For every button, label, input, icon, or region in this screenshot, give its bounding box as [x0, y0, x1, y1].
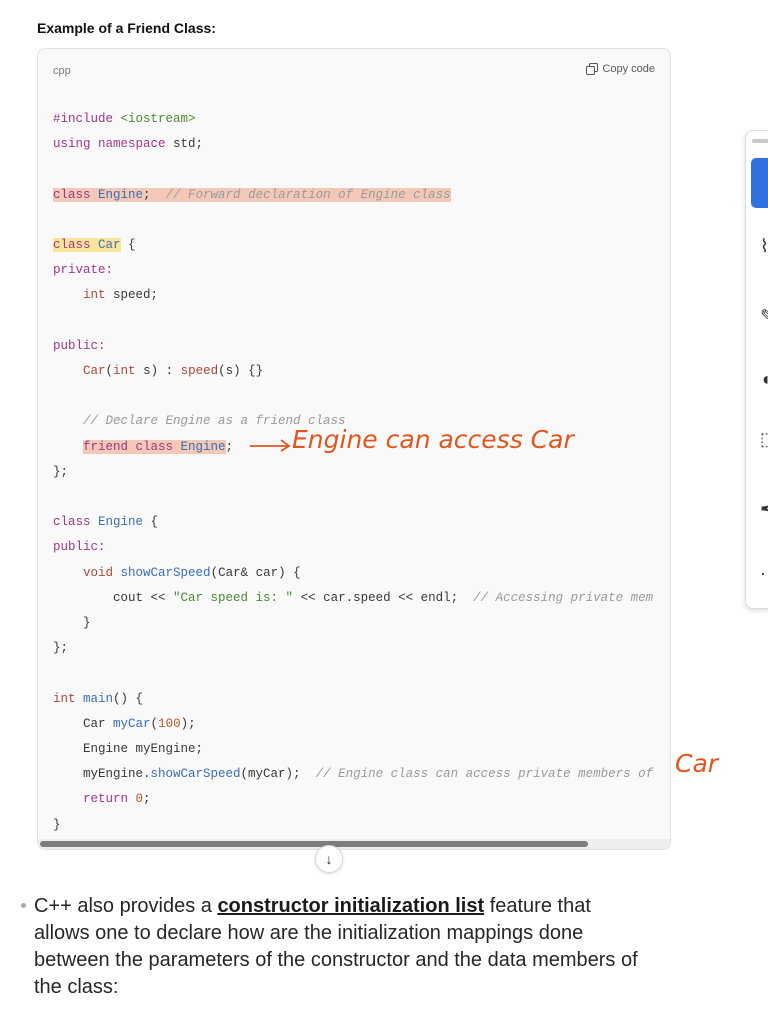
arrow-down-icon: ↓ — [325, 851, 333, 867]
code-line: Engine myEngine; — [83, 742, 204, 757]
active-tool-highlight[interactable] — [751, 158, 768, 208]
palette-drag-handle[interactable] — [752, 139, 768, 143]
code-line: void showCarSpeed(Car& car) { — [83, 565, 301, 580]
handwritten-annotation-end: Car — [675, 749, 719, 778]
code-line: int main() { — [53, 691, 144, 706]
copy-icon — [586, 63, 599, 75]
copy-code-button[interactable]: Copy code — [586, 63, 655, 75]
code-line: Car(int s) : speed(s) {} — [83, 364, 264, 379]
handwritten-arrow-icon — [250, 439, 291, 452]
scrollbar-thumb[interactable] — [40, 841, 588, 847]
code-line: }; — [53, 641, 69, 656]
bullet-marker — [21, 903, 26, 908]
code-line: #include <iostream> — [53, 112, 196, 126]
code-line: } — [83, 616, 91, 631]
code-content[interactable]: #include <iostream> using namespace std;… — [53, 107, 670, 838]
code-line: } — [53, 817, 61, 832]
code-line: class Engine; // Forward declaration of … — [53, 187, 451, 202]
code-line: class Engine { — [53, 515, 159, 530]
section-heading: Example of a Friend Class: — [37, 20, 216, 36]
body-paragraph: C++ also provides a constructor initiali… — [34, 895, 638, 998]
code-line: cout << "Car speed is: " << car.speed <<… — [113, 590, 654, 605]
code-line: int speed; — [83, 288, 159, 303]
pen-tool-icon[interactable]: ⌇ — [760, 236, 768, 257]
pencil-tool-icon[interactable]: ✎ — [760, 306, 768, 327]
drawing-tool-palette: ⌇ ✎ ◖ ⬚ ✒ · — [745, 130, 768, 609]
more-tool-icon[interactable]: · — [760, 563, 766, 584]
constructor-init-list-link[interactable]: constructor initialization list — [217, 895, 484, 917]
code-language-label: cpp — [53, 65, 71, 77]
code-line: private: — [53, 263, 114, 278]
selection-tool-icon[interactable]: ⬚ — [760, 429, 768, 450]
code-line: myEngine.showCarSpeed(myCar); // Engine … — [83, 767, 654, 782]
code-line: public: — [53, 338, 106, 353]
handwritten-annotation: Engine can access Car — [292, 425, 574, 454]
code-line: friend class Engine; — [83, 439, 234, 454]
eraser-tool-icon[interactable]: ◖ — [760, 369, 768, 390]
scroll-down-button[interactable]: ↓ — [315, 845, 343, 873]
copy-code-label: Copy code — [602, 63, 655, 75]
code-line: Car myCar(100); — [83, 716, 196, 731]
highlighter-tool-icon[interactable]: ✒ — [760, 499, 768, 520]
code-line: using namespace std; — [53, 137, 204, 152]
code-line: return 0; — [83, 792, 151, 807]
code-line: class Car { — [53, 238, 136, 253]
horizontal-scrollbar[interactable] — [38, 839, 670, 849]
code-line: public: — [53, 540, 106, 555]
code-line: }; — [53, 464, 69, 479]
